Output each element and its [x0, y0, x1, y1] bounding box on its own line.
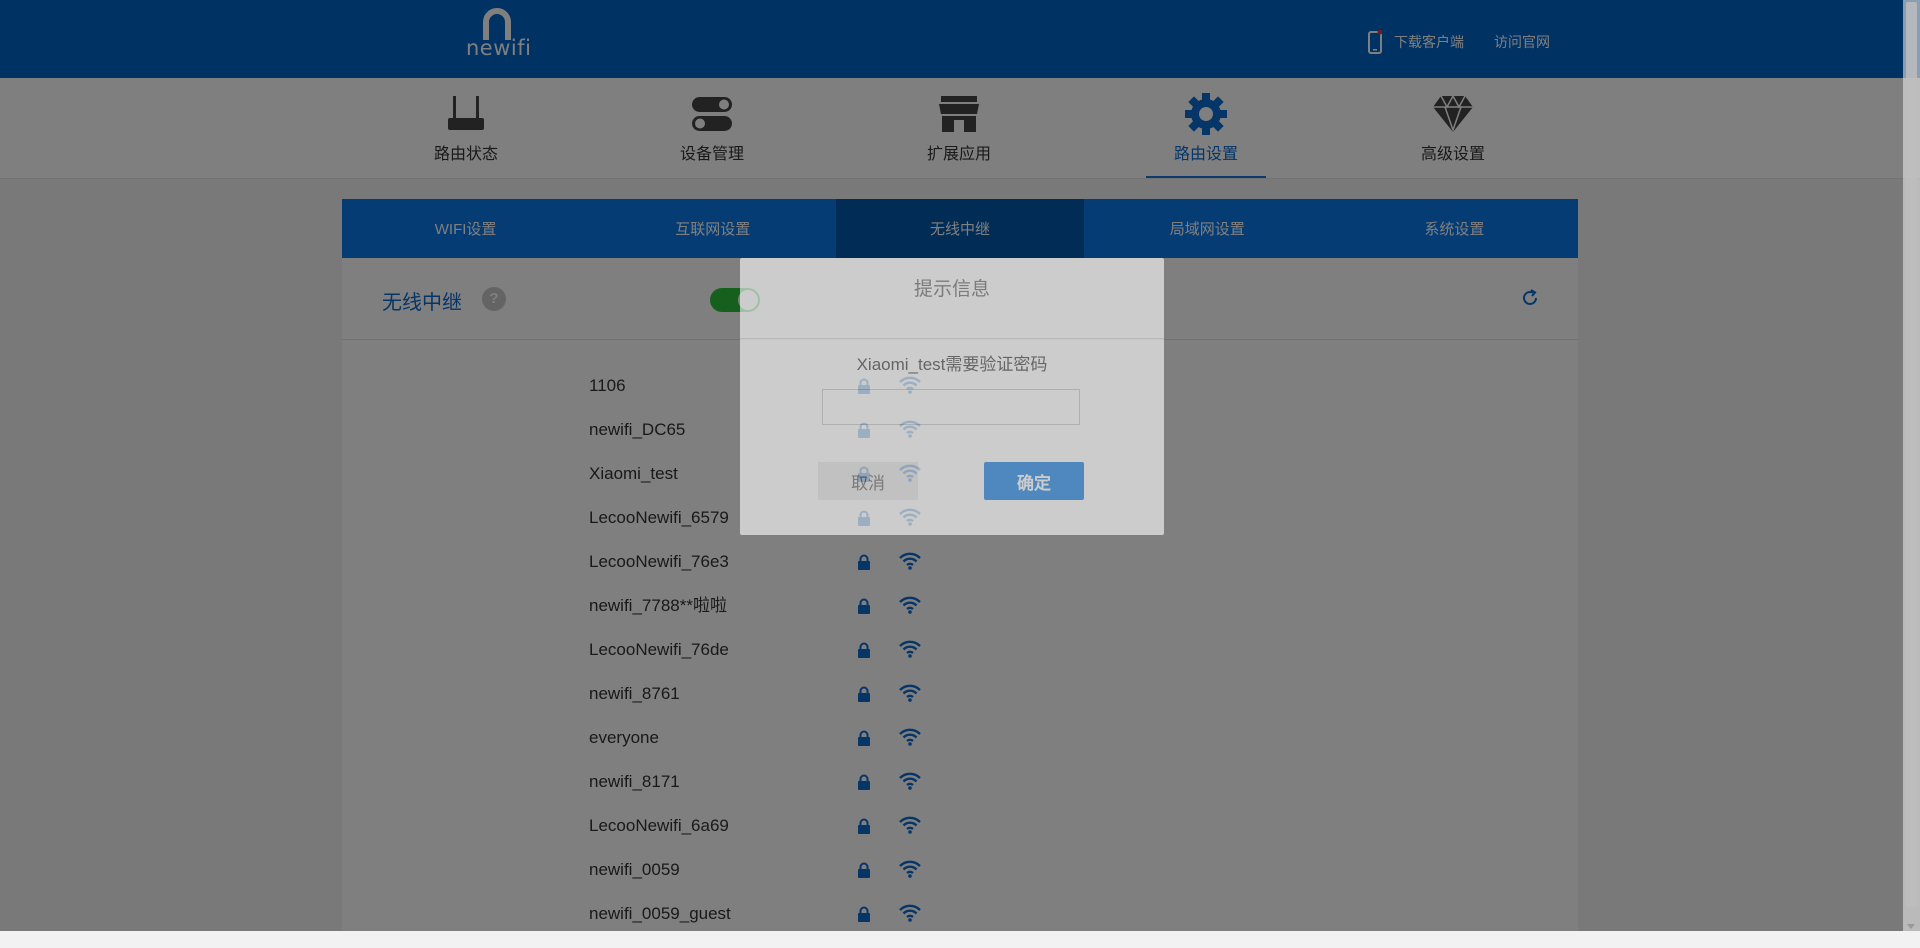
scroll-down-arrow[interactable]	[1907, 924, 1915, 929]
page-scrollbar[interactable]	[1903, 0, 1920, 931]
scrollbar-thumb[interactable]	[1906, 2, 1917, 907]
dialog-message: Xiaomi_test需要验证密码	[856, 355, 1048, 374]
password-dialog: 提示信息 Xiaomi_test需要验证密码 取消 确定	[740, 258, 1164, 535]
cancel-button[interactable]: 取消	[818, 462, 918, 500]
dialog-title: 提示信息	[913, 279, 990, 300]
dialog-divider	[740, 338, 1164, 339]
password-input[interactable]	[822, 389, 1080, 425]
confirm-button[interactable]: 确定	[984, 462, 1084, 500]
